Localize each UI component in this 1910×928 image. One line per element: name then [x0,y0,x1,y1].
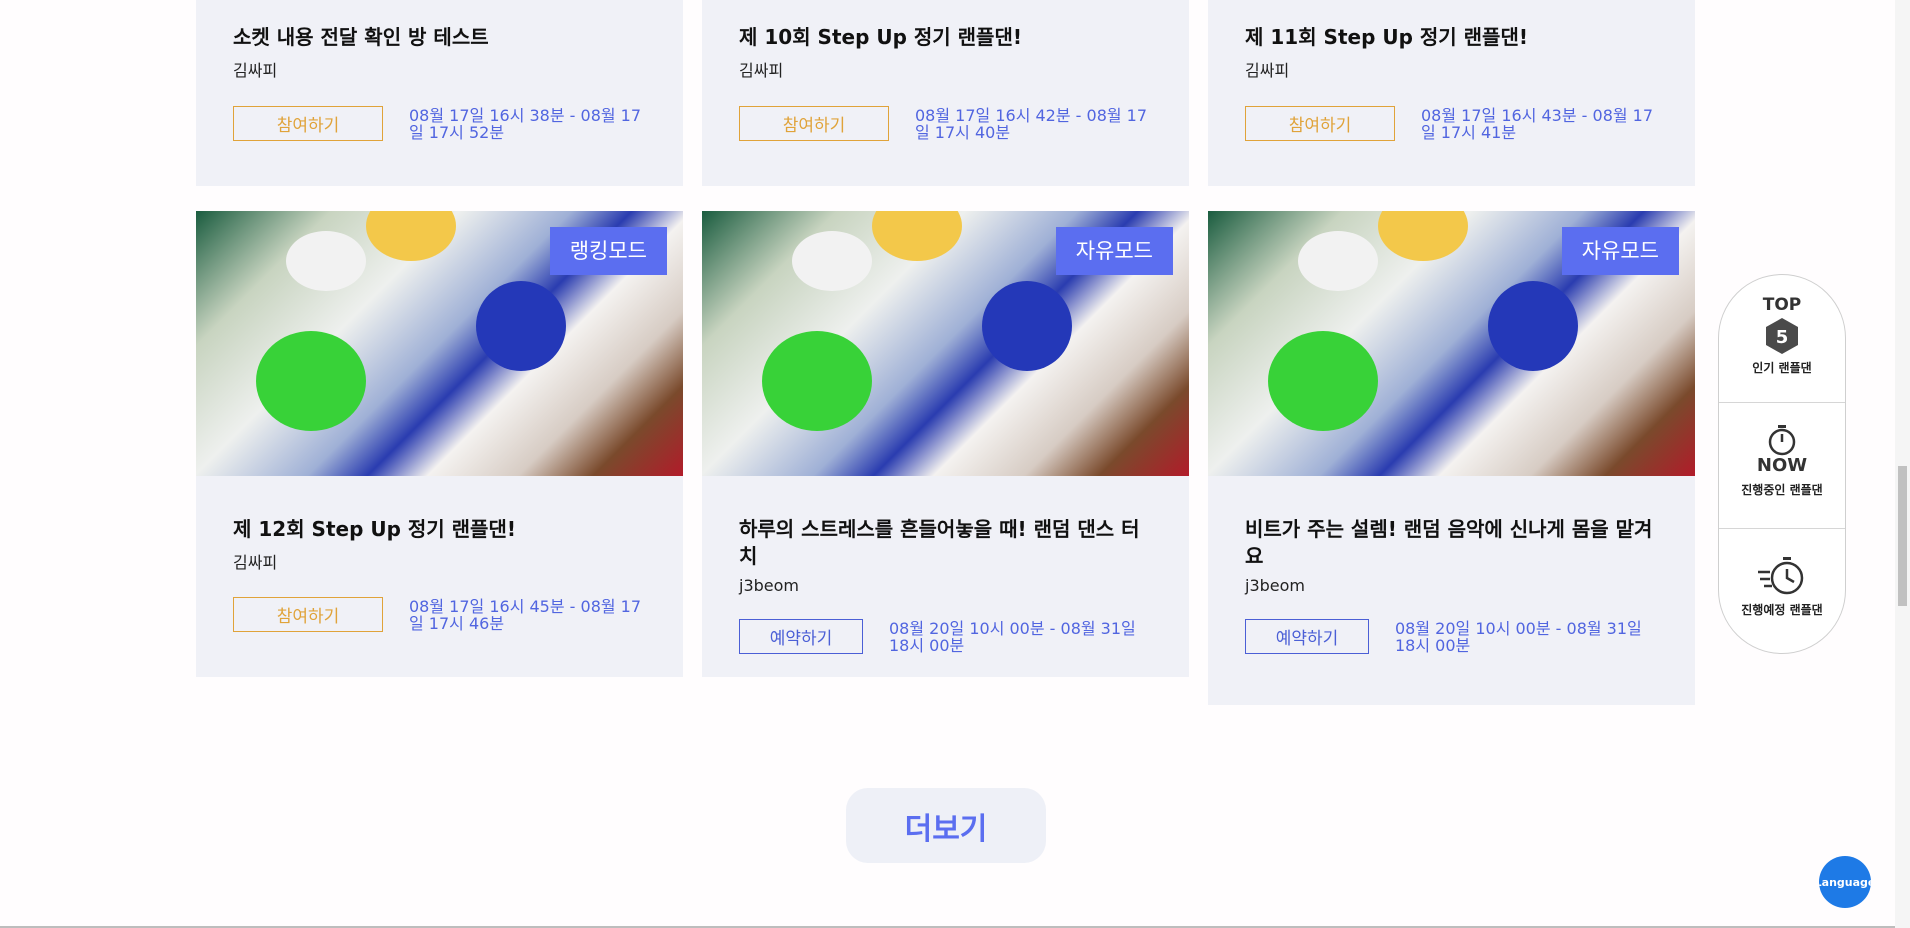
join-button[interactable]: 참여하기 [233,597,383,632]
join-button[interactable]: 참여하기 [233,106,383,141]
mode-badge: 랭킹모드 [549,227,667,275]
room-title: 비트가 주는 설렘! 랜덤 음악에 신나게 몸을 맡겨요 [1245,517,1653,568]
load-more-button[interactable]: 더보기 [846,788,1046,863]
mode-badge: 자유모드 [1561,227,1679,275]
room-card[interactable]: 소켓 내용 전달 확인 방 테스트 김싸피 참여하기 08월 17일 16시 3… [196,0,683,186]
mode-badge: 자유모드 [1055,227,1173,275]
fast-timer-icon [1758,557,1804,595]
room-period: 08월 17일 16시 38분 - 08월 17일 17시 52분 [409,105,642,142]
upcoming-link[interactable]: 진행예정 랜플댄 [1719,555,1845,618]
room-title: 소켓 내용 전달 확인 방 테스트 [233,25,489,49]
room-author: j3beom [739,576,799,595]
now-label: NOW [1756,455,1808,476]
top5-popular-link[interactable]: TOP 5 인기 랜플댄 [1719,295,1845,376]
room-author: 김싸피 [1245,61,1290,80]
room-card[interactable]: 랭킹모드 제 12회 Step Up 정기 랜플댄! 김싸피 참여하기 08월 … [196,211,683,677]
room-period: 08월 17일 16시 42분 - 08월 17일 17시 40분 [915,105,1148,142]
join-button[interactable]: 참여하기 [1245,106,1395,141]
room-title: 제 11회 Step Up 정기 랜플댄! [1245,25,1528,49]
stopwatch-icon [1768,425,1796,456]
scrollbar-thumb[interactable] [1898,466,1907,606]
room-period: 08월 17일 16시 43분 - 08월 17일 17시 41분 [1421,105,1654,142]
now-caption: 진행중인 랜플댄 [1741,483,1823,497]
room-card[interactable]: 자유모드 하루의 스트레스를 흔들어놓을 때! 랜덤 댄스 터치 j3beom … [702,211,1189,677]
room-author: j3beom [1245,576,1305,595]
reserve-button[interactable]: 예약하기 [739,619,863,654]
room-title: 하루의 스트레스를 흔들어놓을 때! 랜덤 댄스 터치 [739,517,1140,568]
join-button[interactable]: 참여하기 [739,106,889,141]
top-label: TOP [1762,295,1802,315]
room-card[interactable]: 자유모드 비트가 주는 설렘! 랜덤 음악에 신나게 몸을 맡겨요 j3beom… [1208,211,1695,705]
scrollbar-track[interactable] [1895,0,1910,928]
room-period: 08월 20일 10시 00분 - 08월 31일 18시 00분 [889,618,1136,655]
upcoming-caption: 진행예정 랜플댄 [1741,603,1823,617]
quick-nav-panel: TOP 5 인기 랜플댄 NOW 진행중인 랜플댄 진행예정 랜플댄 [1718,274,1846,654]
top5-caption: 인기 랜플댄 [1752,361,1812,375]
top5-badge-icon: 5 [1766,318,1798,354]
room-thumbnail: 자유모드 [702,211,1189,476]
room-period: 08월 17일 16시 45분 - 08월 17일 17시 46분 [409,596,642,633]
room-thumbnail: 랭킹모드 [196,211,683,476]
svg-text:5: 5 [1776,327,1789,348]
now-playing-link[interactable]: NOW 진행중인 랜플댄 [1719,423,1845,498]
room-thumbnail: 자유모드 [1208,211,1695,476]
reserve-button[interactable]: 예약하기 [1245,619,1369,654]
language-button[interactable]: Language [1819,856,1871,908]
room-author: 김싸피 [233,61,278,80]
room-author: 김싸피 [233,553,278,572]
room-title: 제 10회 Step Up 정기 랜플댄! [739,25,1022,49]
room-author: 김싸피 [739,61,784,80]
room-period: 08월 20일 10시 00분 - 08월 31일 18시 00분 [1395,618,1642,655]
room-card[interactable]: 제 10회 Step Up 정기 랜플댄! 김싸피 참여하기 08월 17일 1… [702,0,1189,186]
room-title: 제 12회 Step Up 정기 랜플댄! [233,517,516,541]
room-card[interactable]: 제 11회 Step Up 정기 랜플댄! 김싸피 참여하기 08월 17일 1… [1208,0,1695,186]
